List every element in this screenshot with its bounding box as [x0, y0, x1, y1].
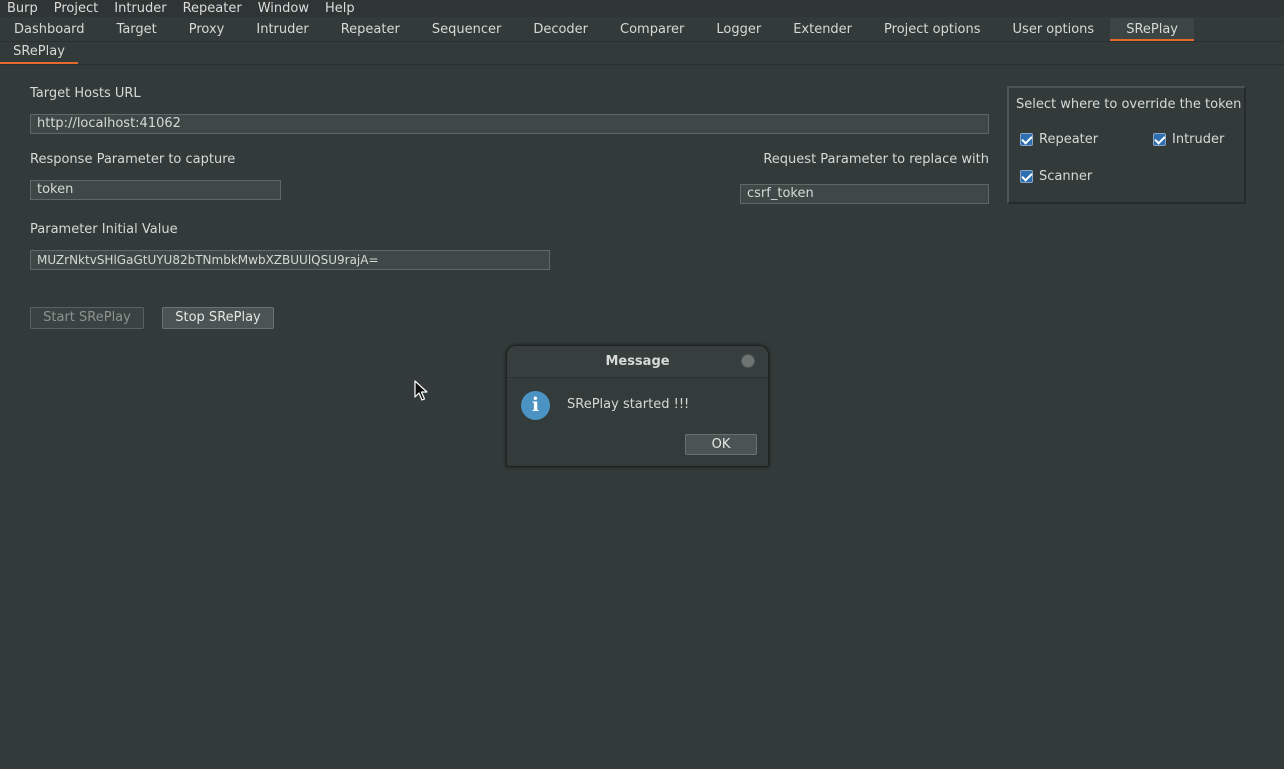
sub-tab-bar: SRePlay	[0, 42, 1284, 65]
message-dialog: Message i SRePlay started !!! OK	[506, 345, 769, 467]
checkbox-checked-icon[interactable]	[1020, 170, 1033, 183]
request-param-input[interactable]: csrf_token	[740, 184, 989, 204]
mouse-cursor-icon	[414, 380, 428, 401]
checkbox-checked-icon[interactable]	[1153, 133, 1166, 146]
intruder-checkbox-label: Intruder	[1172, 132, 1225, 147]
menu-window[interactable]: Window	[250, 1, 317, 17]
dialog-message: SRePlay started !!!	[567, 397, 690, 412]
menu-bar: Burp Project Intruder Repeater Window He…	[0, 0, 1284, 17]
tab-user-options[interactable]: User options	[997, 18, 1111, 41]
tab-dashboard[interactable]: Dashboard	[0, 18, 101, 41]
ok-button[interactable]: OK	[685, 434, 757, 455]
response-param-label: Response Parameter to capture	[30, 152, 236, 167]
tab-target[interactable]: Target	[101, 18, 173, 41]
info-icon: i	[521, 391, 550, 420]
menu-help[interactable]: Help	[317, 1, 363, 17]
tab-decoder[interactable]: Decoder	[517, 18, 604, 41]
tab-proxy[interactable]: Proxy	[173, 18, 241, 41]
menu-repeater[interactable]: Repeater	[175, 1, 250, 17]
intruder-checkbox[interactable]: Intruder	[1153, 132, 1224, 147]
start-sreplay-button[interactable]: Start SRePlay	[30, 307, 144, 329]
override-title: Select where to override the token	[1016, 97, 1242, 112]
tab-logger[interactable]: Logger	[700, 18, 777, 41]
close-icon[interactable]	[741, 354, 755, 368]
repeater-checkbox[interactable]: Repeater	[1020, 132, 1098, 147]
initial-value-input[interactable]: MUZrNktvSHlGaGtUYU82bTNmbkMwbXZBUUlQSU9r…	[30, 250, 550, 270]
scanner-checkbox[interactable]: Scanner	[1020, 169, 1092, 184]
menu-intruder[interactable]: Intruder	[106, 1, 174, 17]
target-hosts-label: Target Hosts URL	[30, 86, 141, 101]
subtab-sreplay[interactable]: SRePlay	[0, 42, 78, 64]
dialog-title: Message	[507, 346, 768, 378]
tab-repeater[interactable]: Repeater	[325, 18, 416, 41]
tab-intruder[interactable]: Intruder	[240, 18, 324, 41]
checkbox-checked-icon[interactable]	[1020, 133, 1033, 146]
tab-comparer[interactable]: Comparer	[604, 18, 700, 41]
menu-project[interactable]: Project	[46, 1, 106, 17]
target-hosts-input[interactable]: http://localhost:41062	[30, 114, 989, 134]
override-panel: Select where to override the token Repea…	[1007, 86, 1246, 204]
response-param-input[interactable]: token	[30, 180, 281, 200]
tab-sequencer[interactable]: Sequencer	[416, 18, 517, 41]
tab-project-options[interactable]: Project options	[868, 18, 997, 41]
stop-sreplay-button[interactable]: Stop SRePlay	[162, 307, 274, 329]
request-param-label: Request Parameter to replace with	[763, 152, 989, 167]
scanner-checkbox-label: Scanner	[1039, 169, 1093, 184]
tab-extender[interactable]: Extender	[777, 18, 868, 41]
menu-burp[interactable]: Burp	[0, 1, 46, 17]
tab-sreplay[interactable]: SRePlay	[1110, 18, 1194, 41]
initial-value-label: Parameter Initial Value	[30, 222, 178, 237]
main-tab-bar: Dashboard Target Proxy Intruder Repeater…	[0, 18, 1284, 42]
repeater-checkbox-label: Repeater	[1039, 132, 1099, 147]
